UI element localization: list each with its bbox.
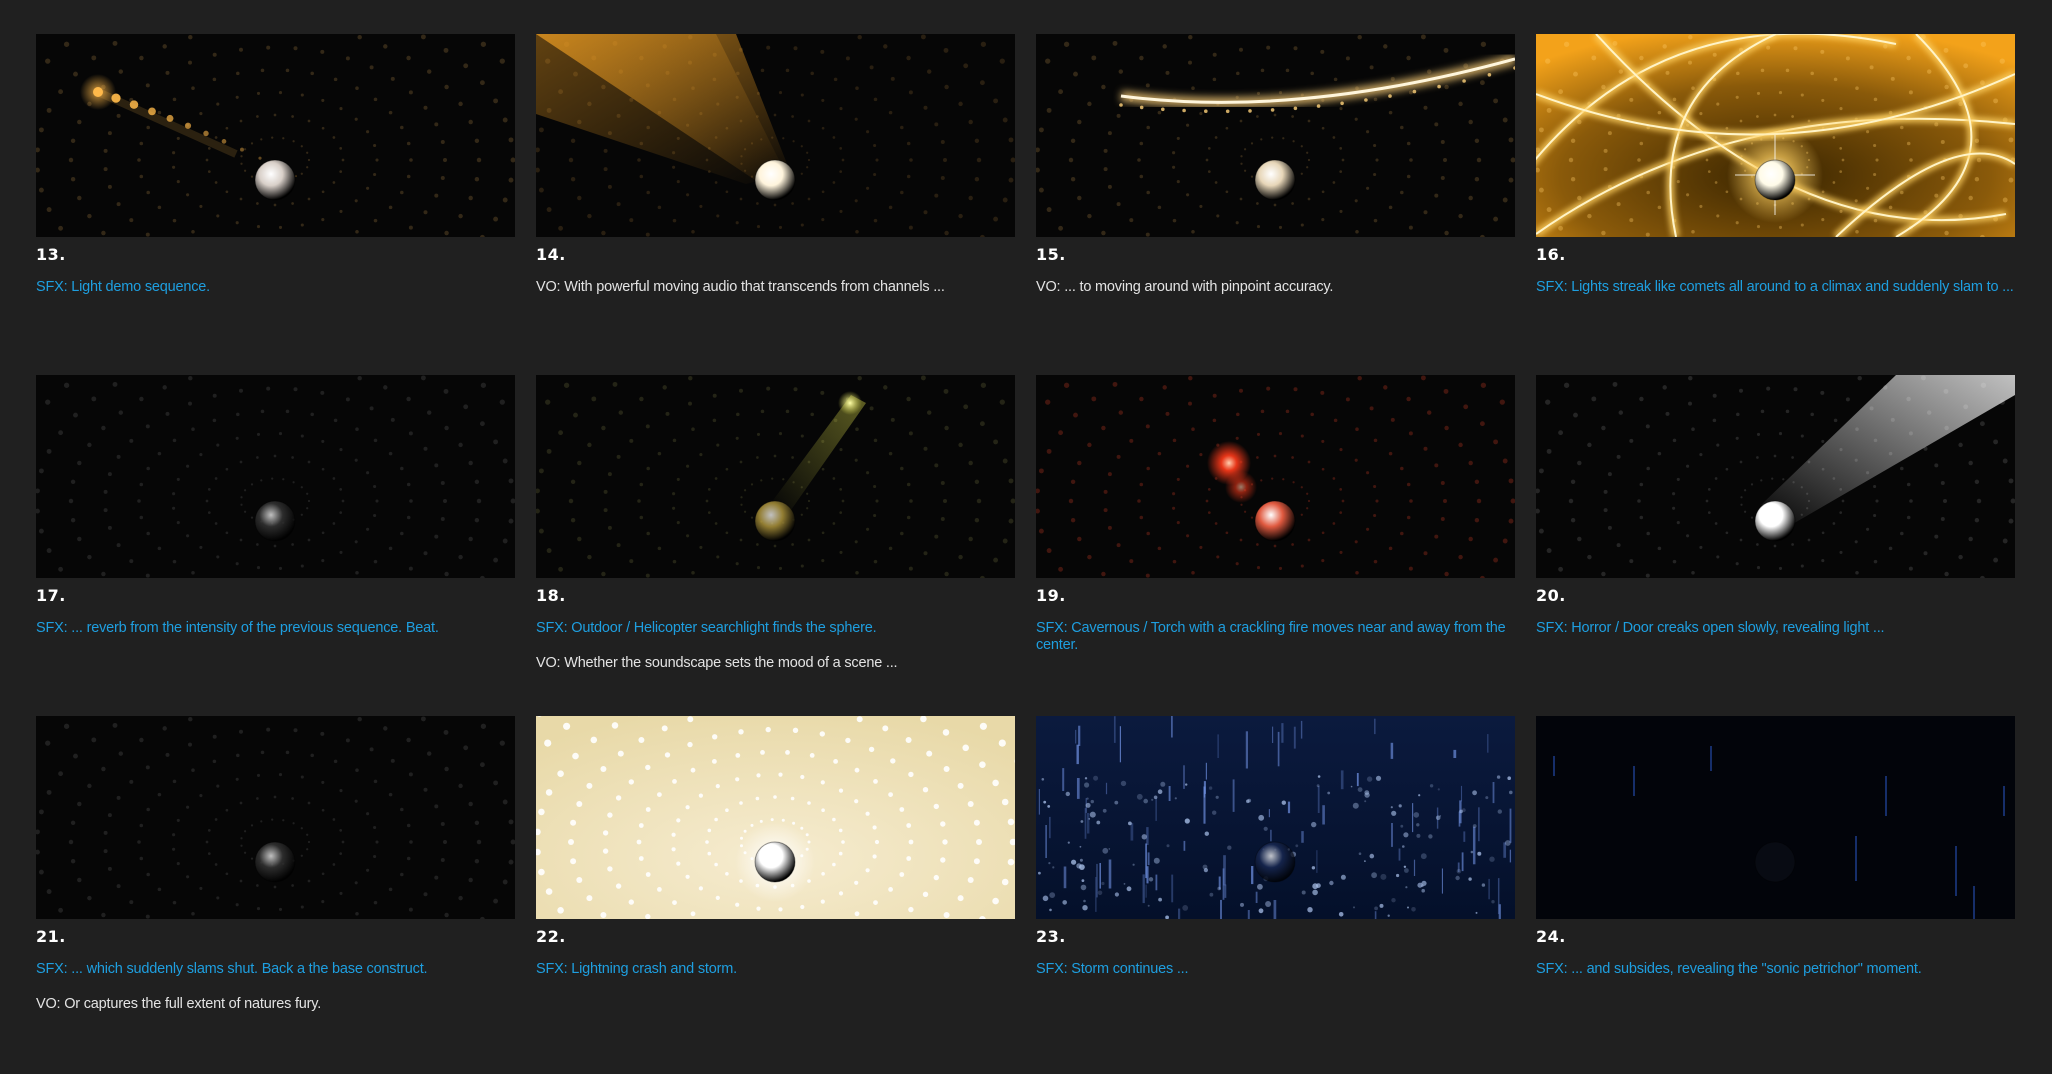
storyboard-panel-18: 18. SFX: Outdoor / Helicopter searchligh… <box>536 375 1015 716</box>
sfx-caption: SFX: Horror / Door creaks open slowly, r… <box>1536 620 1885 636</box>
panel-captions: SFX: Outdoor / Helicopter searchlight fi… <box>536 620 1015 672</box>
sfx-caption: SFX: Lights streak like comets all aroun… <box>1536 279 2014 295</box>
panel-frame-image <box>536 34 1015 237</box>
panel-number: 17. <box>36 586 66 605</box>
panel-number: 21. <box>36 927 66 946</box>
panel-captions: SFX: Lightning crash and storm. <box>536 961 1015 978</box>
panel-captions: VO: ... to moving around with pinpoint a… <box>1036 279 1515 296</box>
sphere <box>254 159 296 201</box>
sfx-caption: SFX: ... and subsides, revealing the "so… <box>1536 961 1922 977</box>
sphere <box>754 159 796 201</box>
panel-number: 19. <box>1036 586 1066 605</box>
panel-frame-image <box>1036 34 1515 237</box>
sphere <box>1754 500 1796 542</box>
sfx-caption: SFX: Cavernous / Torch with a crackling … <box>1036 620 1506 653</box>
panel-frame-image <box>36 716 515 919</box>
panel-frame-image <box>1036 375 1515 578</box>
panel-frame-image <box>36 375 515 578</box>
sphere <box>1754 841 1796 883</box>
vo-caption: VO: With powerful moving audio that tran… <box>536 279 945 295</box>
storyboard-panel-17: 17. SFX: ... reverb from the intensity o… <box>36 375 515 716</box>
panel-number: 23. <box>1036 927 1066 946</box>
vo-caption: VO: Whether the soundscape sets the mood… <box>536 655 898 671</box>
storyboard-panel-20: 20. SFX: Horror / Door creaks open slowl… <box>1536 375 2015 716</box>
sphere <box>754 841 796 883</box>
sfx-caption: SFX: Outdoor / Helicopter searchlight fi… <box>536 620 877 636</box>
panel-captions: SFX: Horror / Door creaks open slowly, r… <box>1536 620 2015 637</box>
panel-number: 15. <box>1036 245 1066 264</box>
panel-number: 24. <box>1536 927 1566 946</box>
panel-frame-image <box>1536 716 2015 919</box>
panel-captions: SFX: ... and subsides, revealing the "so… <box>1536 961 2015 978</box>
panel-number: 20. <box>1536 586 1566 605</box>
panel-captions: SFX: Cavernous / Torch with a crackling … <box>1036 620 1515 654</box>
storyboard-panel-24: 24. SFX: ... and subsides, revealing the… <box>1536 716 2015 1057</box>
panel-number: 16. <box>1536 245 1566 264</box>
sfx-caption: SFX: Storm continues ... <box>1036 961 1189 977</box>
panel-captions: VO: With powerful moving audio that tran… <box>536 279 1015 296</box>
sfx-caption: SFX: ... which suddenly slams shut. Back… <box>36 961 428 977</box>
sphere <box>254 841 296 883</box>
storyboard-panel-16: 16. SFX: Lights streak like comets all a… <box>1536 34 2015 375</box>
panel-number: 13. <box>36 245 66 264</box>
sphere <box>1254 159 1296 201</box>
storyboard-panel-21: 21. SFX: ... which suddenly slams shut. … <box>36 716 515 1057</box>
panel-captions: SFX: Storm continues ... <box>1036 961 1515 978</box>
vo-caption: VO: ... to moving around with pinpoint a… <box>1036 279 1334 295</box>
panel-frame-image <box>36 34 515 237</box>
sphere <box>754 500 796 542</box>
storyboard-panel-22: 22. SFX: Lightning crash and storm. <box>536 716 1015 1057</box>
panel-number: 14. <box>536 245 566 264</box>
storyboard-grid: 13. SFX: Light demo sequence. 14. VO: Wi… <box>36 34 2016 1057</box>
sphere <box>1254 500 1296 542</box>
panel-captions: SFX: ... reverb from the intensity of th… <box>36 620 515 637</box>
panel-captions: SFX: ... which suddenly slams shut. Back… <box>36 961 515 1013</box>
sphere <box>1754 159 1796 201</box>
panel-frame-image <box>536 716 1015 919</box>
sfx-caption: SFX: Lightning crash and storm. <box>536 961 737 977</box>
sphere <box>1254 841 1296 883</box>
panel-frame-image <box>1536 34 2015 237</box>
panel-captions: SFX: Light demo sequence. <box>36 279 515 296</box>
panel-frame-image <box>1536 375 2015 578</box>
storyboard-panel-14: 14. VO: With powerful moving audio that … <box>536 34 1015 375</box>
panel-number: 18. <box>536 586 566 605</box>
storyboard-panel-15: 15. VO: ... to moving around with pinpoi… <box>1036 34 1515 375</box>
storyboard-panel-19: 19. SFX: Cavernous / Torch with a crackl… <box>1036 375 1515 716</box>
panel-frame-image <box>536 375 1015 578</box>
storyboard-panel-13: 13. SFX: Light demo sequence. <box>36 34 515 375</box>
vo-caption: VO: Or captures the full extent of natur… <box>36 996 322 1012</box>
storyboard-panel-23: 23. SFX: Storm continues ... <box>1036 716 1515 1057</box>
sfx-caption: SFX: Light demo sequence. <box>36 279 210 295</box>
panel-number: 22. <box>536 927 566 946</box>
sfx-caption: SFX: ... reverb from the intensity of th… <box>36 620 439 636</box>
panel-frame-image <box>1036 716 1515 919</box>
sphere <box>254 500 296 542</box>
panel-captions: SFX: Lights streak like comets all aroun… <box>1536 279 2015 296</box>
